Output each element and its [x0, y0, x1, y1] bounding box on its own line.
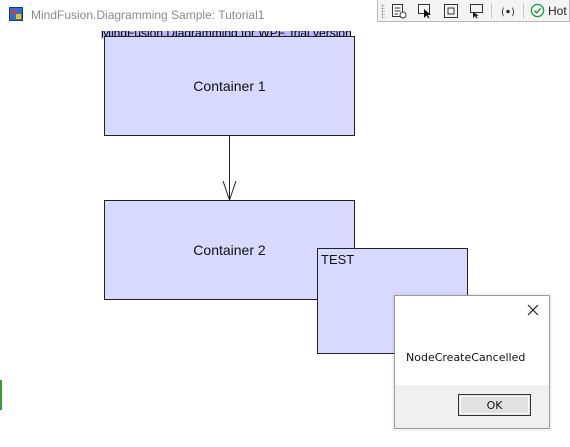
toolbar-grip-icon[interactable]	[381, 4, 385, 18]
select-element-icon[interactable]	[416, 2, 434, 19]
hot-reload-button[interactable]: Hot	[530, 2, 567, 19]
track-focus-icon[interactable]	[468, 2, 486, 19]
close-icon[interactable]	[525, 302, 541, 318]
ok-button[interactable]: OK	[458, 394, 531, 416]
message-box: NodeCreateCancelled OK	[394, 295, 550, 429]
toolbar-separator	[491, 3, 492, 18]
check-circle-icon	[530, 3, 545, 18]
message-box-footer: OK	[395, 385, 549, 428]
node-label: Container 2	[193, 242, 266, 258]
node-label: TEST	[321, 252, 355, 267]
property-grid-icon[interactable]	[390, 2, 408, 19]
window-title: MindFusion.Diagramming Sample: Tutorial1	[31, 8, 265, 22]
svg-text:): )	[511, 7, 515, 18]
binding-icon[interactable]: ()	[499, 2, 517, 19]
svg-text:(: (	[501, 7, 505, 18]
layout-adorner-icon[interactable]	[442, 2, 460, 19]
window-edge	[0, 380, 2, 410]
app-icon	[9, 7, 23, 21]
message-text: NodeCreateCancelled	[406, 351, 526, 364]
debug-toolbar: () Hot	[377, 0, 570, 22]
toolbar-separator	[523, 3, 524, 18]
hot-reload-label: Hot	[548, 3, 567, 18]
